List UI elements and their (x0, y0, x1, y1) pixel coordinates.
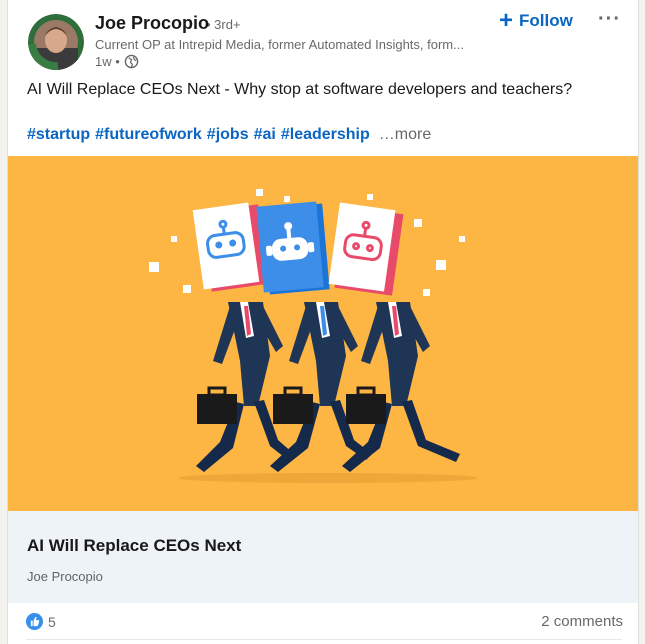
actor-headline: Current OP at Intrepid Media, former Aut… (95, 37, 464, 52)
follow-button[interactable]: + Follow (499, 9, 573, 33)
reaction-count-text: 5 (48, 613, 56, 630)
social-counts-bar: 5 2 comments (8, 603, 638, 644)
hashtag-link[interactable]: #futureofwork (95, 126, 202, 144)
businessman-figure (196, 302, 294, 472)
like-icon (26, 613, 43, 630)
feed-post-card: Joe Procopio • 3rd+ Current OP at Intrep… (7, 0, 639, 644)
overflow-menu-icon[interactable]: ··· (598, 8, 621, 31)
illustration-robots-ceos (149, 189, 478, 483)
plus-icon: + (499, 7, 514, 34)
article-title[interactable]: AI Will Replace CEOs Next (27, 536, 241, 556)
post-header: Joe Procopio • 3rd+ Current OP at Intrep… (8, 0, 638, 80)
hashtag-link[interactable]: #jobs (207, 126, 249, 144)
comments-count[interactable]: 2 comments (541, 613, 623, 630)
hashtag-link[interactable]: #ai (254, 126, 276, 144)
reactions-count[interactable]: 5 (26, 613, 56, 630)
globe-icon (124, 54, 139, 69)
robot-icon (256, 201, 330, 295)
post-commentary: AI Will Replace CEOs Next - Why stop at … (27, 81, 573, 98)
divider (26, 639, 622, 640)
see-more-button[interactable]: …more (379, 126, 431, 144)
post-time: 1w • (95, 54, 120, 69)
post-meta: 1w • (95, 54, 139, 69)
connection-degree: • 3rd+ (206, 17, 241, 32)
hashtag-link[interactable]: #leadership (281, 126, 370, 144)
robot-icon (328, 202, 404, 296)
avatar[interactable] (28, 14, 84, 70)
actor-name[interactable]: Joe Procopio (95, 13, 209, 34)
avatar-photo (28, 14, 84, 70)
ground-shadow (178, 473, 478, 483)
article-image[interactable] (8, 156, 638, 511)
article-source: Joe Procopio (27, 569, 103, 584)
article-link-card[interactable]: AI Will Replace CEOs Next Joe Procopio (8, 511, 638, 603)
hashtag-row: #startup #futureofwork #jobs #ai #leader… (27, 126, 431, 144)
follow-label: Follow (519, 11, 573, 30)
hashtag-link[interactable]: #startup (27, 126, 90, 144)
